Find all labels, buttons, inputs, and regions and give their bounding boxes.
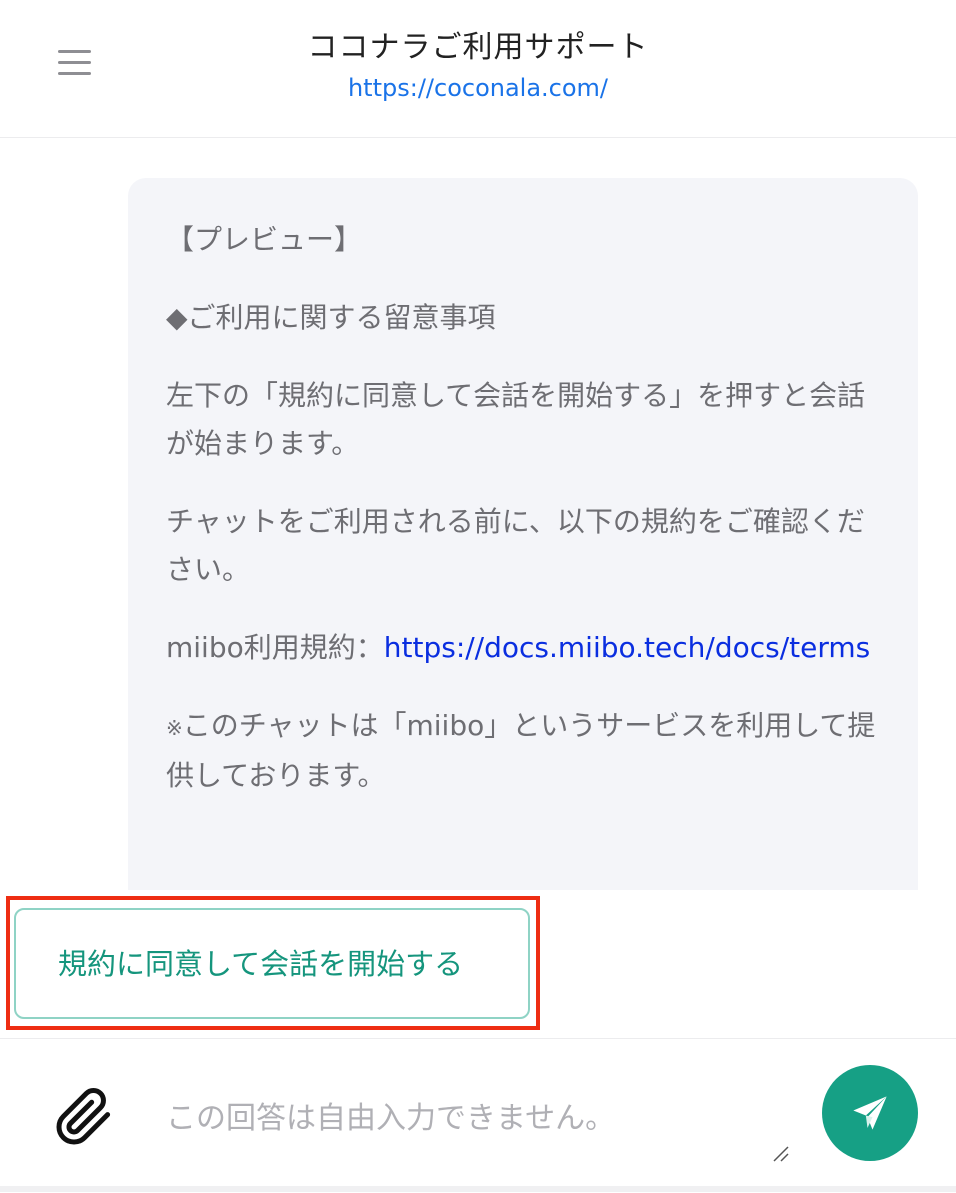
header-site-link[interactable]: https://coconala.com/ <box>0 74 956 102</box>
instruction-text: 左下の「規約に同意して会話を開始する」を押すと会話が始まります。 <box>166 379 866 460</box>
paperclip-icon[interactable] <box>54 1087 114 1147</box>
agree-button-highlight: 規約に同意して会話を開始する <box>6 896 540 1030</box>
bottom-edge <box>0 1186 956 1192</box>
resize-handle-icon[interactable] <box>772 1145 790 1163</box>
service-note-text: このチャットは「miibo」というサービスを利用して提供しております。 <box>166 709 876 792</box>
chat-header: ココナラご利用サポート https://coconala.com/ <box>0 0 956 138</box>
terms-link[interactable]: https://docs.miibo.tech/docs/terms <box>384 631 871 664</box>
header-title: ココナラご利用サポート <box>307 30 649 65</box>
bot-message-bubble: 【プレビュー】 ◆ご利用に関する留意事項 左下の「規約に同意して会話を開始する」… <box>128 178 918 890</box>
message-input-bar <box>0 1038 956 1193</box>
message-input[interactable] <box>160 1079 780 1159</box>
send-button[interactable] <box>822 1065 918 1161</box>
terms-label: miibo利用規約： <box>166 631 384 664</box>
confirm-text: チャットをご利用される前に、以下の規約をご確認ください。 <box>166 505 865 586</box>
paper-plane-icon <box>853 1096 887 1130</box>
chat-messages-area[interactable]: 【プレビュー】 ◆ご利用に関する留意事項 左下の「規約に同意して会話を開始する」… <box>0 138 956 890</box>
notice-heading: ◆ご利用に関する留意事項 <box>166 301 496 334</box>
service-note: ※このチャットは「miibo」というサービスを利用して提供しております。 <box>166 702 880 800</box>
service-note-mark: ※ <box>166 716 183 740</box>
preview-label: 【プレビュー】 <box>166 223 363 256</box>
agree-and-start-button[interactable]: 規約に同意して会話を開始する <box>14 908 530 1019</box>
terms-paragraph: miibo利用規約：https://docs.miibo.tech/docs/t… <box>166 624 880 672</box>
